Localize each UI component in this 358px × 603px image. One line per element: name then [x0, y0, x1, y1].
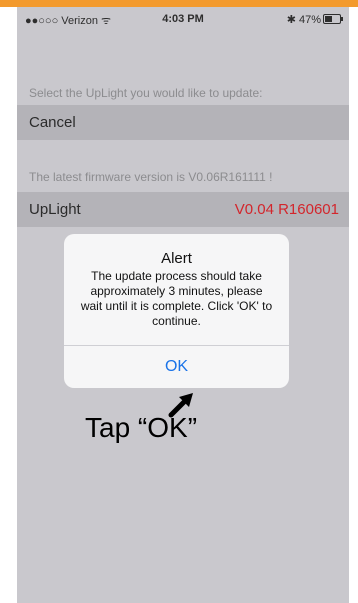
status-bar: ●●○○○ Verizon ᯤ 4:03 PM ✱ 47%	[17, 7, 349, 31]
phone-screen: ●●○○○ Verizon ᯤ 4:03 PM ✱ 47% Select the…	[17, 7, 349, 603]
device-cell-uplight[interactable]: UpLight V0.04 R160601	[17, 192, 349, 227]
battery-icon	[323, 14, 343, 24]
ok-button[interactable]: OK	[64, 346, 289, 388]
select-prompt: Select the UpLight you would like to upd…	[29, 86, 263, 100]
alert-title: Alert	[161, 250, 192, 267]
device-version: V0.04 R160601	[234, 201, 339, 218]
cancel-cell[interactable]: Cancel	[17, 105, 349, 140]
tap-ok-instruction: Tap “OK”	[85, 412, 198, 443]
device-name: UpLight	[29, 201, 81, 218]
alert-message: The update process should take approxima…	[80, 269, 273, 328]
firmware-note: The latest firmware version is V0.06R161…	[29, 170, 273, 184]
cancel-label: Cancel	[29, 114, 76, 131]
alert-dialog: Alert The update process should take app…	[64, 234, 289, 388]
battery-percent: ✱ 47%	[286, 14, 321, 26]
top-accent-bar	[0, 0, 358, 7]
